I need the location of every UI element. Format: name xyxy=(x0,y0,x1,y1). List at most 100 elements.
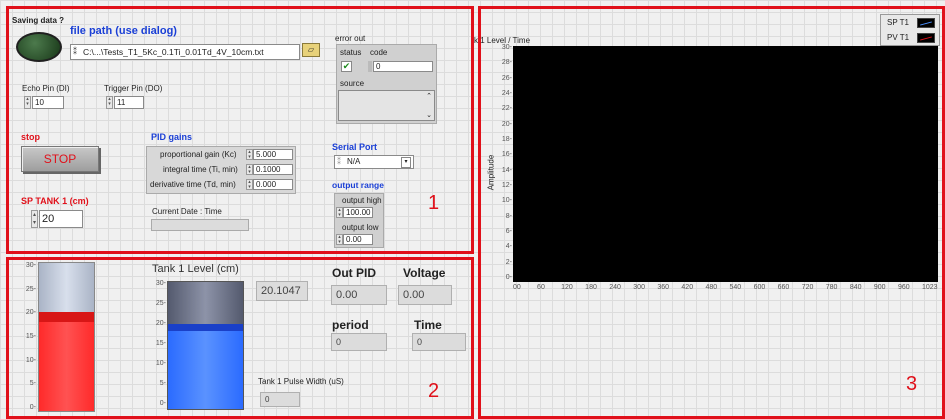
browse-folder-icon[interactable]: ▱ xyxy=(302,43,320,57)
scroll-down-icon[interactable]: ⌄ xyxy=(426,111,432,119)
y-tick-label: 8- xyxy=(505,212,512,220)
path-type-icon: ⁑ xyxy=(73,47,77,56)
output-high-label: output high xyxy=(342,196,382,205)
pid-gains-label: PID gains xyxy=(151,132,193,142)
panel-1-number: 1 xyxy=(428,192,440,214)
y-tick-layer: 30- 28- 26- 24- 22- 20- 18- 16- 14- 12- 10- 8- 6- 4- 2… xyxy=(490,44,512,282)
y-tick-label: 16- xyxy=(501,151,512,159)
tank-level-scale-tick: 0- xyxy=(159,400,166,407)
x-tick-label: 420 xyxy=(681,284,694,291)
serial-port-value: N/A xyxy=(347,157,361,166)
output-high-incdec[interactable]: ▴ ▾ xyxy=(336,207,343,218)
y-tick-label: 10- xyxy=(501,197,512,205)
period-label: period xyxy=(332,318,369,332)
x-tick-label: 540 xyxy=(729,284,742,291)
tank-level-value: 20.1047 xyxy=(256,281,308,301)
serial-port-label: Serial Port xyxy=(332,142,378,152)
y-tick-label: 6- xyxy=(505,228,512,235)
trigger-pin-incdec[interactable]: ▴ ▾ xyxy=(106,96,113,109)
x-tick-label: 480 xyxy=(705,284,718,291)
left-tank-scale-tick: 0- xyxy=(29,404,36,411)
echo-pin-incdec[interactable]: ▴ ▾ xyxy=(24,96,31,109)
x-tick-label: 900 xyxy=(873,284,886,291)
serial-port-select[interactable]: ⁑ N/A ▾ xyxy=(334,155,414,169)
x-tick-label: 180 xyxy=(585,284,597,291)
left-tank-scale-tick: 15- xyxy=(25,333,36,340)
pid-td-label: derivative time (Td, min) xyxy=(150,180,236,189)
legend-sp-line xyxy=(920,21,932,26)
x-tick-label: 960 xyxy=(897,284,910,291)
stop-button[interactable]: STOP xyxy=(21,146,99,172)
tank-level-scale-tick: 10- xyxy=(155,360,166,367)
x-tick-layer: 00 60 120 180 240 300 360 420 480 540 600 660 720 780… xyxy=(513,284,938,294)
y-tick-label: 14- xyxy=(501,166,512,174)
error-out-label: error out xyxy=(335,34,366,43)
pid-kc-input[interactable]: 5.000 xyxy=(253,149,293,160)
legend-pv-line xyxy=(920,36,932,41)
pid-ti-label: integral time (Ti, min) xyxy=(163,165,238,174)
y-tick-label: 4- xyxy=(505,243,512,251)
tank-level-scale-tick: 20- xyxy=(155,320,166,327)
x-tick-label: 00 xyxy=(513,284,521,291)
legend-sp-label: SP T1 xyxy=(887,18,909,27)
y-tick-label: 20- xyxy=(501,120,512,128)
source-textbox[interactable]: ⌃ ⌄ xyxy=(338,90,435,121)
tank-level-scale-tick: 5- xyxy=(159,380,166,387)
sp-tank-label: SP TANK 1 (cm) xyxy=(21,196,89,206)
output-high-input[interactable]: 100.00 xyxy=(343,207,373,218)
pid-kc-incdec[interactable]: ▴ ▾ xyxy=(246,149,253,160)
tank-level-scale-tick: 25- xyxy=(155,300,166,307)
echo-pin-label: Echo Pin (DI) xyxy=(22,84,70,93)
tank-level-gauge[interactable] xyxy=(167,281,244,410)
stop-label: stop xyxy=(21,132,40,142)
left-tank-scale-tick: 30- xyxy=(25,262,36,269)
x-tick-label: 120 xyxy=(561,284,573,291)
left-tank-scale-tick: 20- xyxy=(25,309,36,317)
left-tank-scale: 30- 25- 20- 15- 10- 5- 0- xyxy=(14,262,36,412)
saving-data-label: Saving data ? xyxy=(12,16,65,25)
voltage-value: 0.00 xyxy=(398,285,452,305)
left-tank-fill-top xyxy=(39,312,94,323)
x-tick-label: 780 xyxy=(825,284,838,291)
left-tank[interactable] xyxy=(38,262,95,412)
out-pid-value: 0.00 xyxy=(331,285,387,305)
chart-legend: SP T1 PV T1 xyxy=(880,14,940,46)
pid-td-input[interactable]: 0.000 xyxy=(253,179,293,190)
left-tank-scale-tick: 5- xyxy=(29,380,36,388)
y-tick-label: 30- xyxy=(501,44,512,51)
code-value: 0 xyxy=(373,61,433,72)
dropdown-arrow-icon[interactable]: ▾ xyxy=(401,157,411,168)
out-pid-label: Out PID xyxy=(332,266,376,280)
trigger-pin-input[interactable]: 11 xyxy=(114,96,144,109)
x-tick-label: 660 xyxy=(777,284,790,291)
pid-td-incdec[interactable]: ▴ ▾ xyxy=(246,179,253,190)
status-check-icon: ✔ xyxy=(341,61,352,72)
tank-level-title: Tank 1 Level (cm) xyxy=(152,263,239,275)
tank-level-fill xyxy=(168,323,243,409)
pid-ti-input[interactable]: 0.1000 xyxy=(253,164,293,175)
saving-data-led[interactable] xyxy=(16,32,62,62)
tank-level-scale: 30- 25- 20- 15- 10- 5- 0- xyxy=(146,280,166,408)
left-tank-scale-tick: 10- xyxy=(25,356,36,364)
plot-area[interactable] xyxy=(513,46,938,282)
sp-tank-input[interactable]: 20 xyxy=(39,210,83,228)
code-incdec xyxy=(368,61,372,72)
current-date-indicator xyxy=(151,219,249,231)
output-low-incdec[interactable]: ▴ ▾ xyxy=(336,234,343,245)
file-path-field[interactable]: ⁑ C:\...\Tests_T1_5Kc_0.1Ti_0.01Td_4V_10… xyxy=(70,44,300,60)
output-low-input[interactable]: 0.00 xyxy=(343,234,373,245)
y-tick-label: 22- xyxy=(501,105,512,113)
current-date-label: Current Date : Time xyxy=(152,207,222,216)
y-tick-label: 24- xyxy=(501,90,512,97)
scroll-up-icon[interactable]: ⌃ xyxy=(426,92,432,100)
x-tick-label: 1023 xyxy=(922,284,938,291)
y-tick-label: 2- xyxy=(505,258,512,266)
left-tank-scale-tick: 25- xyxy=(25,285,36,293)
x-tick-label: 840 xyxy=(849,284,862,291)
pid-ti-incdec[interactable]: ▴ ▾ xyxy=(246,164,253,175)
echo-pin-input[interactable]: 10 xyxy=(32,96,64,109)
x-tick-label: 600 xyxy=(753,284,766,291)
sp-tank-incdec[interactable]: ▴ ▾ xyxy=(31,210,38,228)
status-label: status xyxy=(340,48,362,57)
tank-level-fill-top xyxy=(168,323,243,331)
